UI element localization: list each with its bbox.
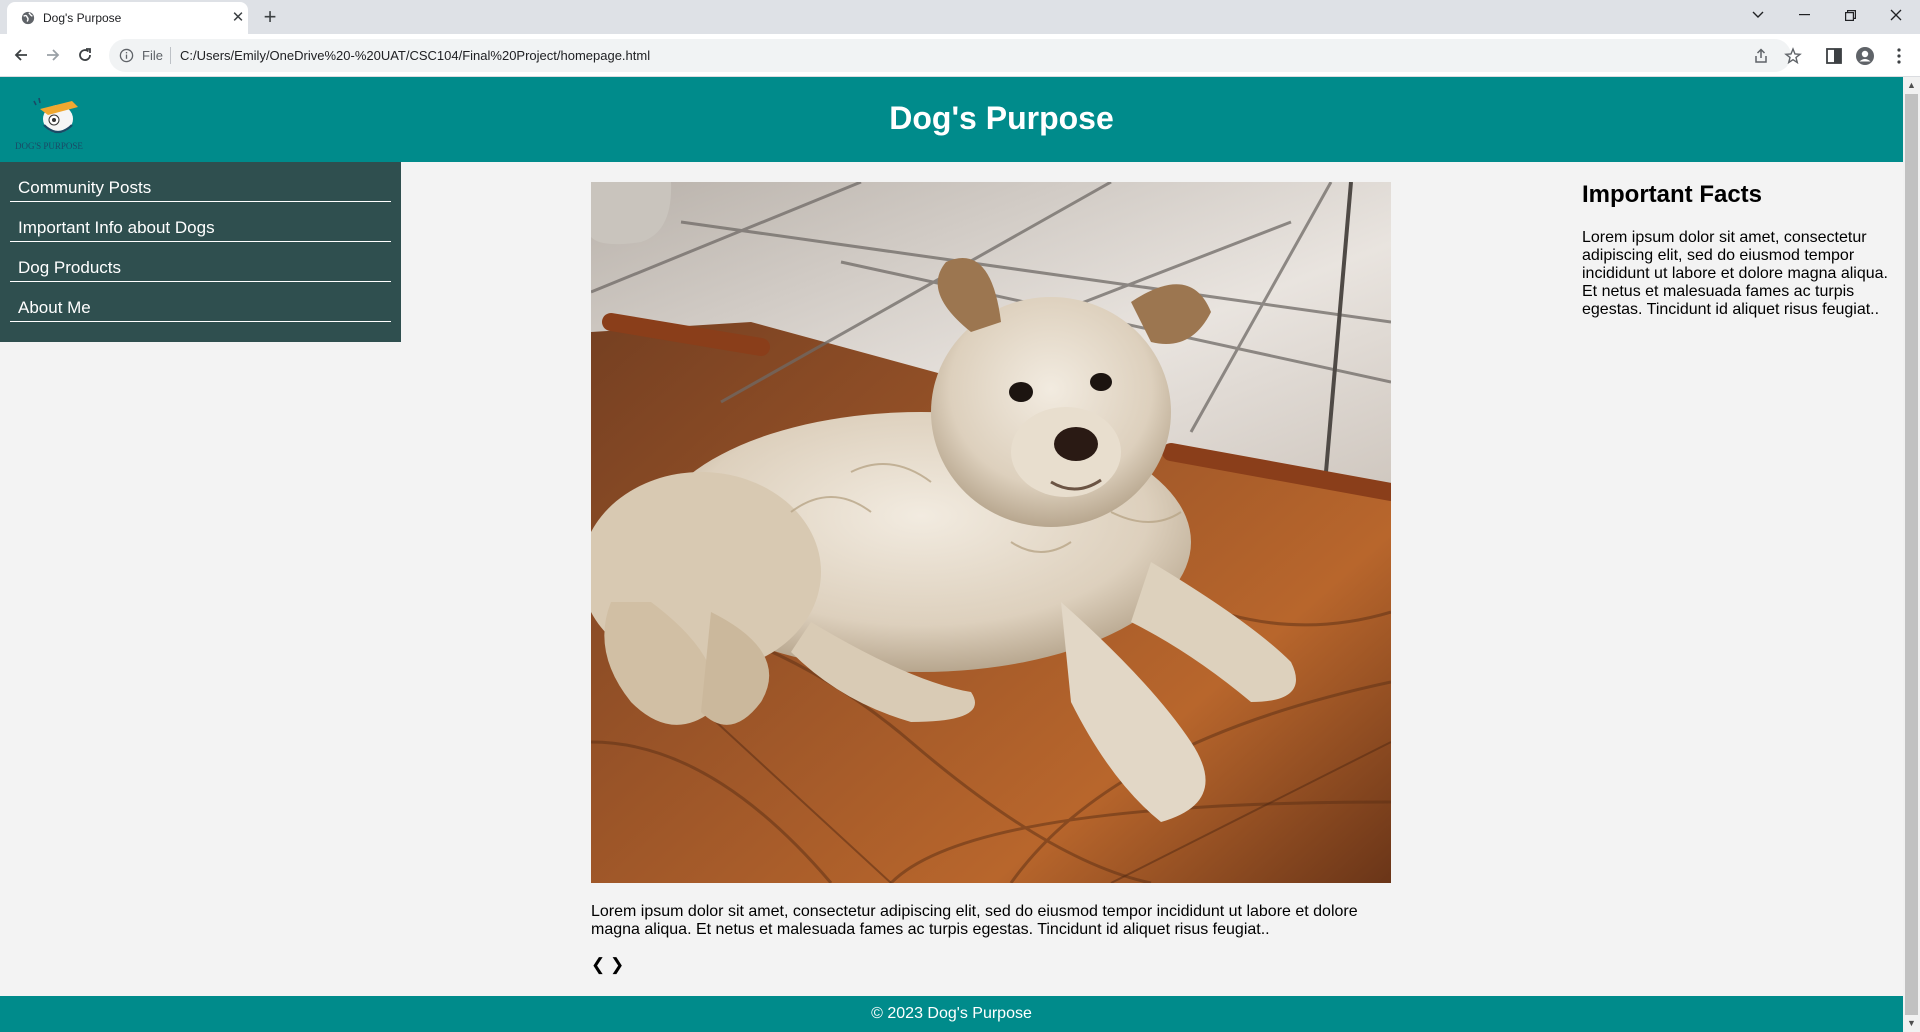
sidebar-item-community-posts[interactable]: Community Posts	[10, 162, 391, 202]
share-icon[interactable]	[1752, 47, 1770, 65]
back-arrow-icon[interactable]	[8, 43, 34, 69]
address-bar[interactable]: File C:/Users/Emily/OneDrive%20-%20UAT/C…	[109, 39, 1802, 72]
slider-controls: ❮ ❯	[591, 955, 624, 975]
svg-text:DOG'S PURPOSE: DOG'S PURPOSE	[15, 141, 83, 151]
facts-heading: Important Facts	[1582, 181, 1763, 208]
browser-tab-strip: Dog's Purpose ✕ +	[0, 0, 1920, 34]
scroll-down-arrow-icon[interactable]: ▼	[1903, 1015, 1920, 1032]
sidebar-item-about-me[interactable]: About Me	[10, 282, 391, 322]
bookmark-star-icon[interactable]	[1784, 47, 1802, 65]
page-viewport: DOG'S PURPOSE Dog's Purpose Community Po…	[0, 77, 1920, 1032]
page-scrollbar[interactable]: ▲ ▼	[1903, 77, 1920, 1032]
url-text[interactable]: C:/Users/Emily/OneDrive%20-%20UAT/CSC104…	[180, 48, 650, 63]
sidebar-item-dog-products[interactable]: Dog Products	[10, 242, 391, 282]
tab-search-chevron-icon[interactable]	[1735, 0, 1781, 30]
scroll-up-arrow-icon[interactable]: ▲	[1903, 77, 1920, 94]
sidebar-nav: Community Posts Important Info about Dog…	[0, 162, 401, 342]
reload-icon[interactable]	[72, 43, 98, 69]
minimize-icon[interactable]	[1781, 0, 1827, 30]
close-window-icon[interactable]	[1873, 0, 1919, 30]
site-footer: © 2023 Dog's Purpose	[0, 996, 1903, 1032]
new-tab-button[interactable]: +	[258, 5, 282, 29]
info-icon[interactable]	[119, 48, 134, 63]
facts-text: Lorem ipsum dolor sit amet, consectetur …	[1582, 229, 1888, 318]
restore-icon[interactable]	[1827, 0, 1873, 30]
address-separator	[170, 47, 171, 64]
file-scheme-label: File	[142, 48, 163, 63]
tab-title: Dog's Purpose	[43, 11, 122, 25]
site-title: Dog's Purpose	[889, 100, 1114, 136]
main-description: Lorem ipsum dolor sit amet, consectetur …	[591, 903, 1358, 938]
globe-icon	[21, 11, 35, 25]
tab-close-icon[interactable]: ✕	[228, 8, 248, 28]
next-slide-icon[interactable]: ❯	[610, 955, 624, 975]
prev-slide-icon[interactable]: ❮	[591, 955, 605, 975]
scroll-thumb[interactable]	[1905, 94, 1918, 1015]
forward-arrow-icon[interactable]	[40, 43, 66, 69]
site-header: DOG'S PURPOSE Dog's Purpose	[0, 77, 1903, 162]
browser-toolbar: File C:/Users/Emily/OneDrive%20-%20UAT/C…	[0, 34, 1920, 77]
dog-photo	[591, 182, 1391, 883]
menu-kebab-icon[interactable]	[1889, 46, 1909, 66]
sidebar-item-important-info[interactable]: Important Info about Dogs	[10, 202, 391, 242]
profile-avatar-icon[interactable]	[1855, 46, 1875, 66]
side-panel-icon[interactable]	[1824, 46, 1844, 66]
browser-tab-active[interactable]: Dog's Purpose ✕	[7, 2, 248, 34]
